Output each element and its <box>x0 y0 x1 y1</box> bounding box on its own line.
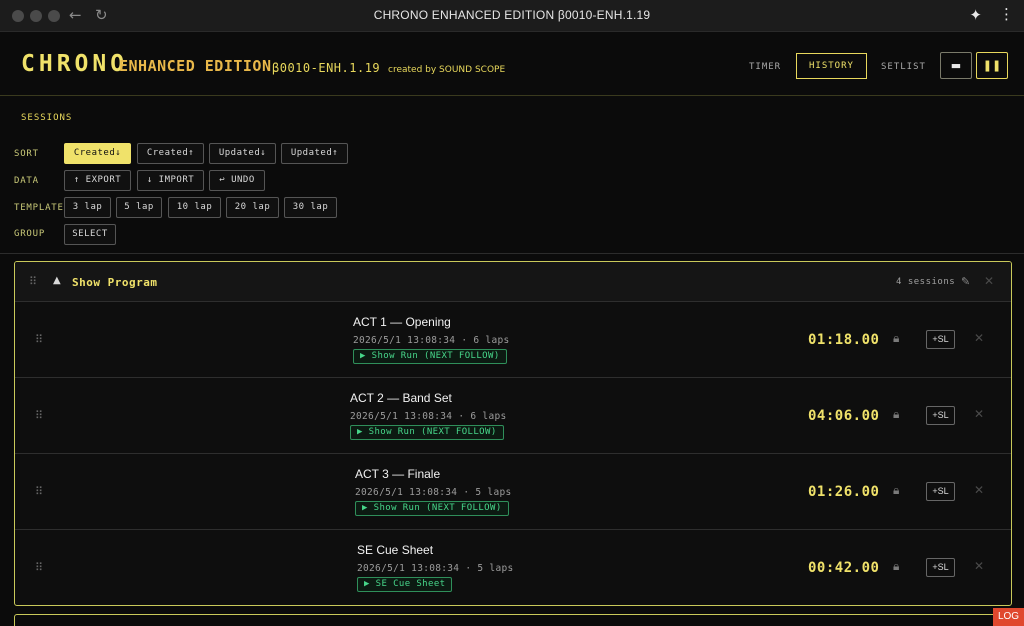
app-logo: CHRONO <box>21 51 129 77</box>
session-title: ACT 2 — Band Set <box>350 391 452 405</box>
session-total-time: 01:26.00 <box>808 484 880 500</box>
group-session-count: 4 sessions <box>896 277 956 287</box>
lock-icon[interactable]: 🔒︎ <box>893 483 899 498</box>
close-icon[interactable]: ✕ <box>974 559 984 573</box>
tab-setlist[interactable]: SETLIST <box>881 62 926 72</box>
session-meta: 2026/5/1 13:08:34 · 5 laps <box>357 563 514 574</box>
group-header[interactable]: ⠿ ▲ Show Program 4 sessions ✎ ✕ <box>15 262 1011 302</box>
drag-handle-icon[interactable]: ⠿ <box>35 561 43 574</box>
section-divider <box>0 253 1024 254</box>
tab-timer[interactable]: TIMER <box>749 62 781 72</box>
data-label: DATA <box>14 176 39 186</box>
collapse-triangle-icon[interactable]: ▲ <box>53 275 61 286</box>
sort-updated-asc-button[interactable]: Updated↑ <box>281 143 348 164</box>
lock-icon[interactable]: 🔒︎ <box>893 559 899 574</box>
close-icon[interactable]: ✕ <box>974 331 984 345</box>
close-icon[interactable]: ✕ <box>974 407 984 421</box>
sort-label: SORT <box>14 149 39 159</box>
kebab-menu-icon[interactable]: ⋮ <box>999 5 1014 23</box>
group-select-button[interactable]: SELECT <box>64 224 116 245</box>
group-name: Show Program <box>72 276 158 289</box>
export-button[interactable]: ↑ EXPORT <box>64 170 131 191</box>
tab-history[interactable]: HISTORY <box>796 53 867 79</box>
template-3-lap-button[interactable]: 3 lap <box>64 197 111 218</box>
sort-updated-desc-button[interactable]: Updated↓ <box>209 143 276 164</box>
pause-button[interactable]: ❚❚ <box>976 52 1008 79</box>
add-to-setlist-button[interactable]: +SL <box>926 330 955 349</box>
session-mode-badge[interactable]: ▶ SE Cue Sheet <box>357 577 453 592</box>
session-title: SE Cue Sheet <box>357 543 434 557</box>
pencil-icon[interactable]: ✎ <box>961 275 970 288</box>
keyboard-button[interactable]: ▬ <box>940 52 972 79</box>
edition-label: ENHANCED EDITION <box>119 57 272 75</box>
log-button[interactable]: LOG <box>993 608 1024 626</box>
session-total-time: 01:18.00 <box>808 332 880 348</box>
app-header: CHRONO ENHANCED EDITION β0010-ENH.1.19 c… <box>0 32 1024 96</box>
add-to-setlist-button[interactable]: +SL <box>926 406 955 425</box>
session-mode-badge[interactable]: ▶ Show Run (NEXT FOLLOW) <box>350 425 504 440</box>
lock-icon[interactable]: 🔒︎ <box>893 407 899 422</box>
add-to-setlist-button[interactable]: +SL <box>926 558 955 577</box>
next-session-group <box>14 614 1012 626</box>
session-row[interactable]: ⠿ ACT 1 — Opening 2026/5/1 13:08:34 · 6 … <box>15 302 1011 378</box>
template-10-lap-button[interactable]: 10 lap <box>168 197 221 218</box>
session-title: ACT 3 — Finale <box>355 467 441 481</box>
session-group: ⠿ ▲ Show Program 4 sessions ✎ ✕ ⠿ ACT 1 … <box>14 261 1012 606</box>
window-titlebar: ← ↻ CHRONO ENHANCED EDITION β0010-ENH.1.… <box>0 0 1024 32</box>
drag-handle-icon[interactable]: ⠿ <box>35 333 43 346</box>
session-row[interactable]: ⠿ SE Cue Sheet 2026/5/1 13:08:34 · 5 lap… <box>15 530 1011 605</box>
drag-handle-icon[interactable]: ⠿ <box>35 409 43 422</box>
puzzle-icon[interactable]: ✦ <box>969 6 982 24</box>
drag-handle-icon[interactable]: ⠿ <box>29 275 37 288</box>
template-5-lap-button[interactable]: 5 lap <box>116 197 162 218</box>
credit-label: created by SOUND SCOPE <box>388 65 506 75</box>
session-row[interactable]: ⠿ ACT 2 — Band Set 2026/5/1 13:08:34 · 6… <box>15 378 1011 454</box>
keyboard-icon: ▬ <box>950 59 962 72</box>
session-total-time: 00:42.00 <box>808 560 880 576</box>
template-20-lap-button[interactable]: 20 lap <box>226 197 279 218</box>
session-meta: 2026/5/1 13:08:34 · 5 laps <box>355 487 512 498</box>
session-meta: 2026/5/1 13:08:34 · 6 laps <box>350 411 507 422</box>
pause-icon: ❚❚ <box>982 59 1002 72</box>
session-mode-badge[interactable]: ▶ Show Run (NEXT FOLLOW) <box>353 349 507 364</box>
lock-icon[interactable]: 🔒︎ <box>893 331 899 346</box>
add-to-setlist-button[interactable]: +SL <box>926 482 955 501</box>
sort-created-desc-button[interactable]: Created↓ <box>64 143 131 164</box>
sessions-heading: SESSIONS <box>21 113 73 123</box>
template-30-lap-button[interactable]: 30 lap <box>284 197 337 218</box>
session-title: ACT 1 — Opening <box>353 315 451 329</box>
undo-button[interactable]: ↩ UNDO <box>209 170 265 191</box>
close-icon[interactable]: ✕ <box>984 274 994 288</box>
group-label: GROUP <box>14 229 46 239</box>
drag-handle-icon[interactable]: ⠿ <box>35 485 43 498</box>
session-total-time: 04:06.00 <box>808 408 880 424</box>
version-label: β0010-ENH.1.19 <box>272 61 381 75</box>
window-title: CHRONO ENHANCED EDITION β0010-ENH.1.19 <box>373 8 651 22</box>
session-row[interactable]: ⠿ ACT 3 — Finale 2026/5/1 13:08:34 · 5 l… <box>15 454 1011 530</box>
sort-created-asc-button[interactable]: Created↑ <box>137 143 204 164</box>
close-icon[interactable]: ✕ <box>974 483 984 497</box>
import-button[interactable]: ↓ IMPORT <box>137 170 204 191</box>
session-mode-badge[interactable]: ▶ Show Run (NEXT FOLLOW) <box>355 501 509 516</box>
template-label: TEMPLATE <box>14 203 64 213</box>
session-meta: 2026/5/1 13:08:34 · 6 laps <box>353 335 510 346</box>
